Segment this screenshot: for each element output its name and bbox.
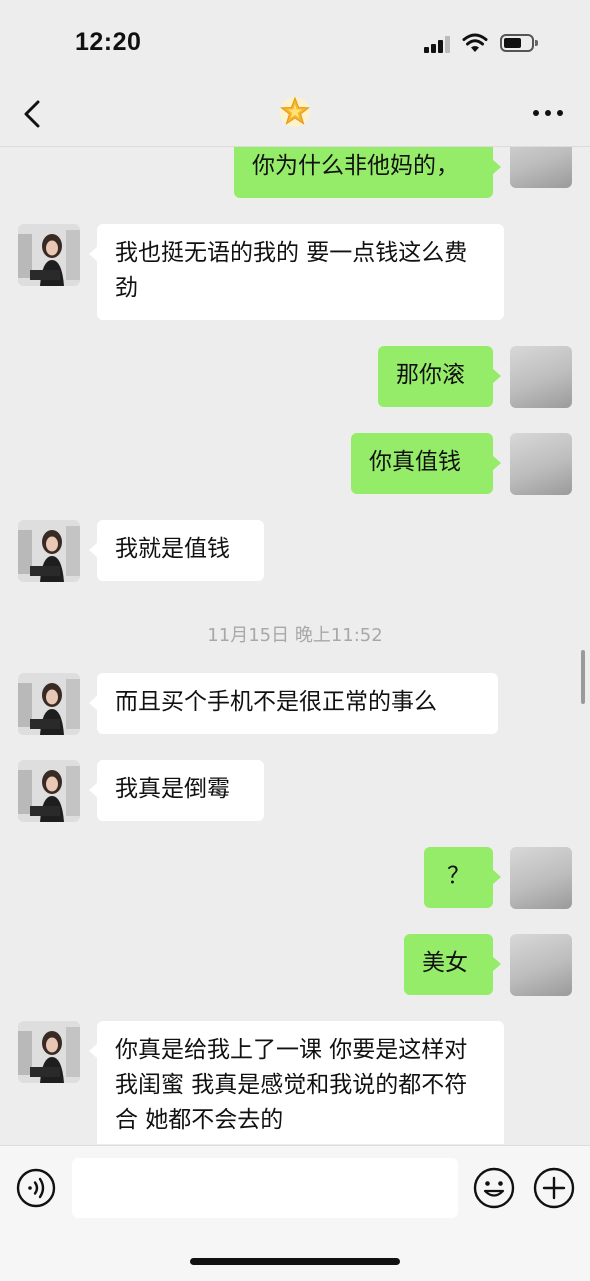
my-message-bubble[interactable]: ？ <box>424 847 501 908</box>
scroll-indicator[interactable] <box>581 650 585 704</box>
contact-message-bubble[interactable]: 我真是倒霉 <box>89 760 264 821</box>
my-avatar[interactable] <box>510 147 572 188</box>
my-avatar[interactable] <box>510 934 572 996</box>
contact-message-bubble[interactable]: 你真是给我上了一课 你要是这样对我闺蜜 我真是感觉和我说的都不符合 她都不会去的 <box>89 1021 504 1144</box>
my-message-bubble[interactable]: 你真值钱 <box>351 433 501 494</box>
signal-icon <box>424 35 452 53</box>
contact-avatar-image <box>18 520 80 582</box>
contact-message-bubble[interactable]: 我就是值钱 <box>89 520 264 581</box>
chat-area[interactable]: 你为什么非他妈的， 我也挺无语的我的 要一点钱这么费劲 那你滚 你真值钱 我就是… <box>0 147 590 1144</box>
contact-avatar[interactable] <box>18 760 80 822</box>
contact-avatar[interactable] <box>18 673 80 735</box>
my-message-bubble[interactable]: 那你滚 <box>378 346 501 407</box>
contact-avatar-image <box>18 673 80 735</box>
nav-bar <box>0 84 590 147</box>
contact-message-bubble[interactable]: 而且买个手机不是很正常的事么 <box>89 673 498 734</box>
my-avatar[interactable] <box>510 847 572 909</box>
contact-avatar[interactable] <box>18 1021 80 1083</box>
message-input[interactable] <box>72 1158 458 1218</box>
status-bar: 12:20 <box>0 0 590 84</box>
status-time: 12:20 <box>75 28 142 56</box>
emoji-icon[interactable] <box>473 1167 515 1209</box>
wifi-icon <box>462 33 488 52</box>
my-message-bubble[interactable]: 你为什么非他妈的， <box>234 147 501 198</box>
message-timestamp: 11月15日 晚上11:52 <box>207 625 383 646</box>
input-bar <box>0 1145 590 1281</box>
contact-avatar[interactable] <box>18 520 80 582</box>
voice-input-icon[interactable] <box>16 1168 56 1208</box>
more-options-icon[interactable] <box>530 98 566 128</box>
my-avatar[interactable] <box>510 346 572 408</box>
contact-avatar-image <box>18 1021 80 1083</box>
contact-message-bubble[interactable]: 我也挺无语的我的 要一点钱这么费劲 <box>89 224 504 320</box>
battery-icon <box>500 34 538 52</box>
back-chevron-icon[interactable] <box>18 96 50 132</box>
home-indicator <box>190 1258 400 1265</box>
contact-avatar[interactable] <box>18 224 80 286</box>
contact-avatar-image <box>18 224 80 286</box>
contact-avatar-image <box>18 760 80 822</box>
plus-icon[interactable] <box>533 1167 575 1209</box>
my-message-bubble[interactable]: 美女 <box>404 934 501 995</box>
my-avatar[interactable] <box>510 433 572 495</box>
star-emoji-icon <box>280 96 310 127</box>
